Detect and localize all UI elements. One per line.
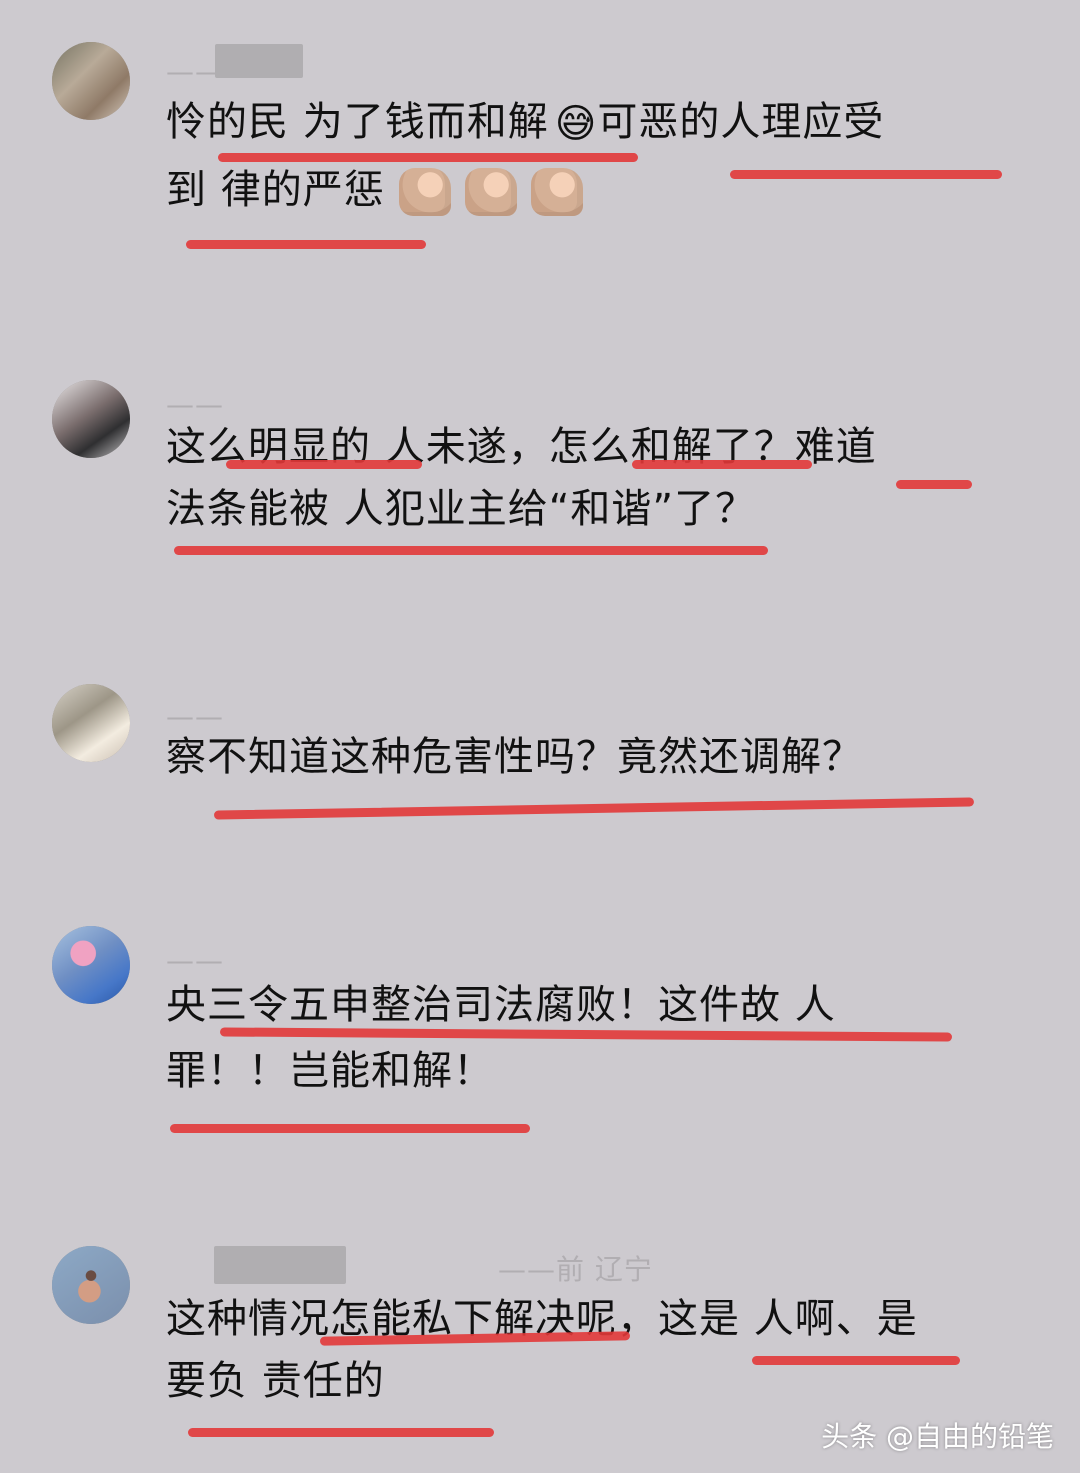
- comment-4: —— 央三令五申整治司法腐败！这件故 人 罪！！岂能和解！: [0, 926, 1080, 1166]
- avatar[interactable]: [52, 684, 130, 762]
- highlight-mark: [188, 1428, 494, 1437]
- watermark: 头条 @自由的铅笔: [821, 1420, 1054, 1453]
- comment-text: 罪！！岂能和解！: [166, 1048, 494, 1094]
- highlight-mark: [219, 1027, 953, 1042]
- highlight-mark: [226, 460, 422, 469]
- comment-text: 察不知道这种危害性吗？竟然还调解？: [166, 734, 863, 780]
- comment-text-line-1: 察不知道这种危害性吗？竟然还调解？: [166, 736, 863, 778]
- highlight-mark: [896, 480, 972, 489]
- comment-text-line-2: 到 律的严惩: [166, 168, 583, 216]
- avatar-image: [52, 926, 130, 1004]
- comment-screen: —— 怜的民 为了钱而和解 😅可恶的人理应受 到 律的严惩 —— 这么明显的 人未…: [0, 0, 1080, 1473]
- comment-text: 要负 责任的: [166, 1358, 385, 1404]
- avatar[interactable]: [52, 42, 130, 120]
- highlight-mark: [218, 153, 638, 162]
- comment-meta: ——: [166, 944, 224, 977]
- highlight-mark: [174, 546, 768, 555]
- highlight-mark: [213, 797, 975, 820]
- comment-text: 央三令五申整治司法腐败！这件故 人: [166, 982, 836, 1028]
- comment-text-line-2: 罪！！岂能和解！: [166, 1050, 494, 1092]
- highlight-mark: [752, 1356, 960, 1365]
- highlight-mark: [170, 1124, 530, 1133]
- comment-text: 可恶的人理应受: [597, 99, 885, 145]
- comment-text: 到 律的严惩: [166, 167, 385, 213]
- avatar[interactable]: [52, 380, 130, 458]
- avatar-image: [52, 1246, 130, 1324]
- muscle-icon: [398, 168, 451, 216]
- sweat-smile-icon: 😅: [554, 101, 598, 147]
- comment-text-line-2: 法条能被 人犯业主给“和谐”了？: [166, 488, 756, 530]
- redaction-block: [215, 44, 303, 78]
- comment-meta: ——: [166, 700, 224, 733]
- comment-text-line-1: 央三令五申整治司法腐败！这件故 人: [166, 984, 836, 1026]
- avatar-image: [52, 380, 130, 458]
- avatar-image: [52, 684, 130, 762]
- comment-text: 怜的民 为了钱而和解: [166, 99, 549, 145]
- comment-text-line-1: 怜的民 为了钱而和解 😅可恶的人理应受: [166, 101, 884, 145]
- muscle-icon: [464, 168, 517, 216]
- comment-text-line-2: 要负 责任的: [166, 1360, 385, 1402]
- highlight-mark: [632, 460, 812, 469]
- comment-text: 法条能被 人犯业主给“和谐”了？: [166, 486, 757, 532]
- comment-3: —— 察不知道这种危害性吗？竟然还调解？: [0, 684, 1080, 854]
- highlight-mark: [730, 170, 1002, 179]
- avatar-image: [52, 42, 130, 120]
- muscle-icon: [530, 168, 583, 216]
- avatar[interactable]: [52, 1246, 130, 1324]
- comment-meta: ——前 辽宁: [498, 1253, 653, 1286]
- redaction-block: [214, 1246, 346, 1284]
- comment-1: —— 怜的民 为了钱而和解 😅可恶的人理应受 到 律的严惩: [0, 0, 1080, 290]
- comment-meta: ——: [166, 388, 224, 421]
- avatar[interactable]: [52, 926, 130, 1004]
- comment-2: —— 这么明显的 人未遂，怎么和解了？难道 法条能被 人犯业主给“和谐”了？: [0, 380, 1080, 600]
- highlight-mark: [186, 240, 426, 249]
